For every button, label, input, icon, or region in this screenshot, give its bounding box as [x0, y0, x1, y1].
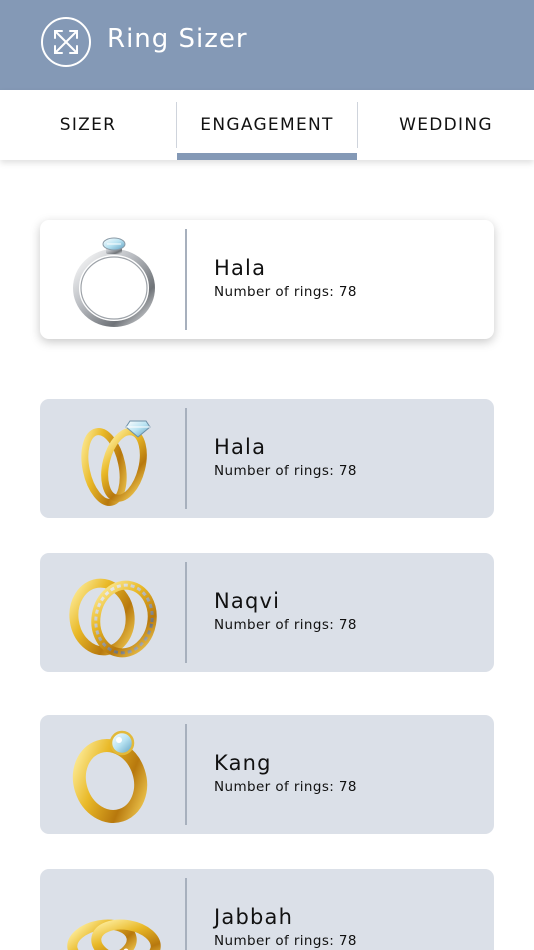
gold-diamond-ring-icon: [62, 725, 166, 825]
tab-sizer[interactable]: SIZER: [0, 90, 176, 160]
gold-ring-pair-diamond-icon: [62, 409, 166, 509]
tab-bar: SIZER ENGAGEMENT WEDDING: [0, 90, 534, 160]
gold-band-pair-icon: [62, 879, 166, 950]
tab-engagement[interactable]: ENGAGEMENT: [177, 90, 357, 160]
app-bar: Ring Sizer: [0, 0, 534, 90]
gold-silver-ring-pair-icon: [62, 563, 166, 663]
ring-name: Naqvi: [214, 589, 281, 613]
card-divider: [185, 878, 187, 950]
card-divider: [185, 408, 187, 509]
ring-name: Jabbah: [214, 905, 294, 929]
tab-wedding[interactable]: WEDDING: [358, 90, 534, 160]
ring-count: Number of rings: 78: [214, 779, 357, 795]
ring-count: Number of rings: 78: [214, 463, 357, 479]
card-divider: [185, 562, 187, 663]
ring-card-naqvi[interactable]: Naqvi Number of rings: 78: [40, 553, 494, 672]
ring-name: Hala: [214, 435, 267, 459]
ring-card-hala[interactable]: Hala Number of rings: 78: [40, 399, 494, 518]
ring-name: Kang: [214, 751, 272, 775]
ring-name: Hala: [214, 256, 267, 280]
card-divider: [185, 724, 187, 825]
resize-arrows-icon[interactable]: [41, 17, 91, 67]
card-divider: [185, 229, 187, 330]
app-title: Ring Sizer: [107, 24, 248, 54]
ring-count: Number of rings: 78: [214, 284, 357, 300]
silver-diamond-ring-icon: [62, 230, 166, 330]
ring-card-hala-selected[interactable]: Hala Number of rings: 78: [40, 220, 494, 339]
active-tab-indicator: [177, 153, 357, 160]
ring-card-jabbah[interactable]: Jabbah Number of rings: 78: [40, 869, 494, 950]
ring-card-kang[interactable]: Kang Number of rings: 78: [40, 715, 494, 834]
ring-count: Number of rings: 78: [214, 617, 357, 633]
ring-count: Number of rings: 78: [214, 933, 357, 949]
